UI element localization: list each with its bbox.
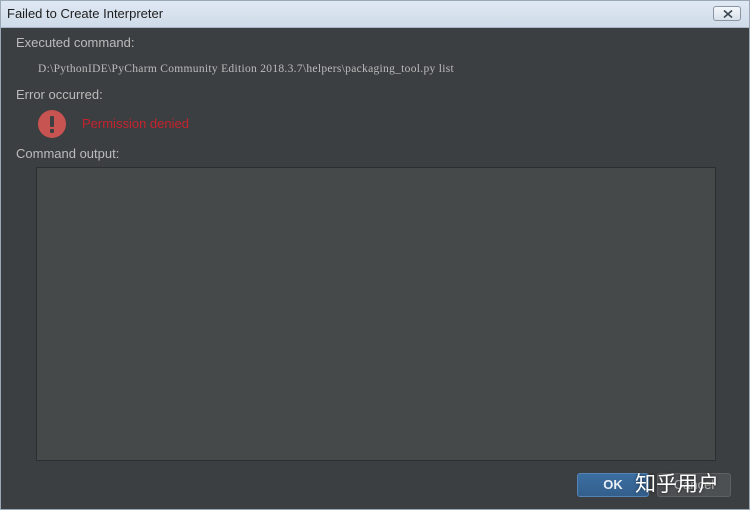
- command-output-label: Command output:: [16, 146, 120, 161]
- executed-command-label: Executed command:: [16, 35, 135, 50]
- title-bar: Failed to Create Interpreter: [1, 1, 749, 28]
- watermark: 知乎用户: [635, 472, 719, 496]
- error-icon: [38, 110, 66, 138]
- error-occurred-label: Error occurred:: [16, 87, 103, 102]
- dialog-window: Failed to Create Interpreter Executed co…: [0, 0, 750, 510]
- close-icon: [723, 10, 733, 18]
- error-message: Permission denied: [82, 116, 189, 131]
- close-button[interactable]: [713, 6, 741, 21]
- dialog-title: Failed to Create Interpreter: [7, 6, 164, 21]
- executed-command-text: D:\PythonIDE\PyCharm Community Edition 2…: [38, 63, 454, 75]
- command-output-area[interactable]: [36, 167, 716, 461]
